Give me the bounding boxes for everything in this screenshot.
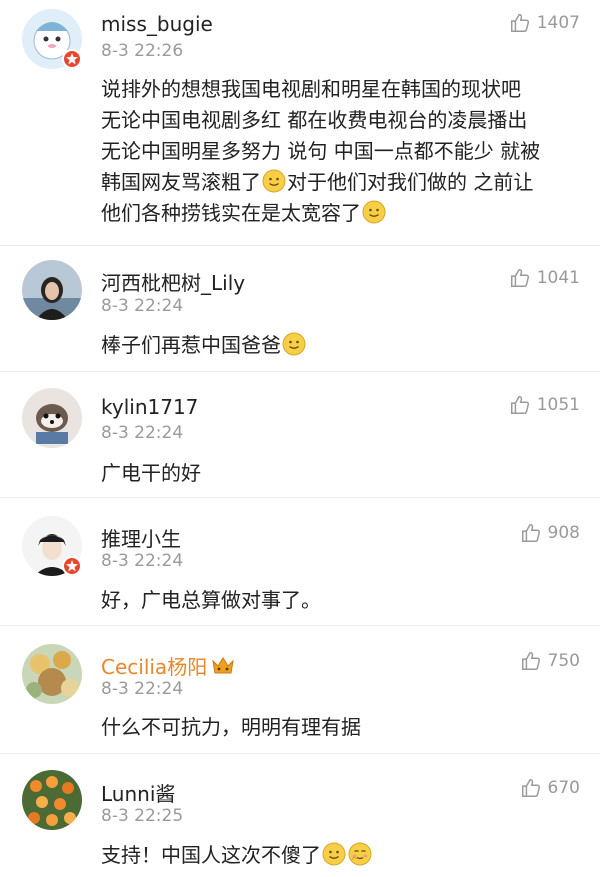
username-text: Cecilia杨阳 — [101, 655, 208, 679]
smile-emoji-icon — [322, 842, 346, 866]
like-count: 1041 — [536, 268, 580, 288]
comment-text: 棒子们再惹中国爸爸 — [101, 330, 581, 361]
verified-badge-icon — [62, 556, 82, 576]
like-count: 908 — [547, 523, 580, 543]
vip-crown-icon — [212, 656, 234, 673]
comment-segment: 支持！中国人这次不傻了 — [101, 843, 321, 867]
timestamp: 8-3 22:26 — [101, 41, 184, 61]
username[interactable]: 推理小生 — [101, 523, 181, 552]
comment-line-with-emoji: 韩国网友骂滚粗了 对于他们对我们做的 之前让 — [101, 167, 581, 198]
comment-text: 好，广电总算做对事了。 — [101, 585, 581, 616]
comment-line: 说排外的想想我国电视剧和明星在韩国的现状吧 — [101, 77, 521, 101]
avatar[interactable] — [22, 644, 82, 704]
comment-line: 无论中国电视剧多红 都在收费电视台的凌晨播出 — [101, 108, 528, 132]
username[interactable]: Lunni酱 — [101, 778, 175, 807]
like-button[interactable]: 1051 — [509, 394, 580, 416]
like-count: 1407 — [536, 13, 580, 33]
avatar[interactable] — [22, 770, 82, 830]
timestamp: 8-3 22:24 — [101, 551, 184, 571]
comment-line: 广电干的好 — [101, 461, 201, 485]
like-button[interactable]: 670 — [520, 777, 580, 799]
thumbs-up-icon — [521, 524, 540, 542]
comment-line-with-emoji: 支持！中国人这次不傻了 — [101, 840, 581, 871]
comment-line: 无论中国明星多努力 说句 中国一点都不能少 就被 — [101, 139, 541, 163]
comment-line-with-emoji: 棒子们再惹中国爸爸 — [101, 330, 581, 361]
comment-text: 说排外的想想我国电视剧和明星在韩国的现状吧 无论中国电视剧多红 都在收费电视台的… — [101, 74, 581, 229]
timestamp: 8-3 22:24 — [101, 423, 184, 443]
timestamp: 8-3 22:25 — [101, 806, 184, 826]
username[interactable]: miss_bugie — [101, 12, 213, 36]
timestamp: 8-3 22:24 — [101, 296, 184, 316]
like-count: 750 — [547, 651, 580, 671]
avatar[interactable] — [22, 260, 82, 320]
thumbs-up-icon — [521, 652, 540, 670]
comment-text: 什么不可抗力，明明有理有据 — [101, 712, 581, 743]
smile-emoji-icon — [262, 169, 286, 193]
comment-item: kylin1717 8-3 22:24 1051 广电干的好 — [0, 372, 600, 498]
shy-emoji-icon — [348, 842, 372, 866]
thumbs-up-icon — [510, 269, 529, 287]
avatar[interactable] — [22, 388, 82, 448]
username[interactable]: Cecilia杨阳 — [101, 651, 235, 680]
thumbs-up-icon — [510, 14, 529, 32]
timestamp: 8-3 22:24 — [101, 679, 184, 699]
comment-item: Lunni酱 8-3 22:25 670 支持！中国人这次不傻了 — [0, 754, 600, 877]
like-button[interactable]: 750 — [520, 650, 580, 672]
like-count: 1051 — [536, 395, 580, 415]
comment-line: 好，广电总算做对事了。 — [101, 588, 321, 612]
comment-segment: 棒子们再惹中国爸爸 — [101, 333, 281, 357]
comment-line-with-emoji: 他们各种捞钱实在是太宽容了 — [101, 198, 581, 229]
comment-item: 河西枇杷树_Lily 8-3 22:24 1041 棒子们再惹中国爸爸 — [0, 246, 600, 372]
like-button[interactable]: 1041 — [509, 267, 580, 289]
comment-feed: miss_bugie 8-3 22:26 1407 说排外的想想我国电视剧和明星… — [0, 0, 600, 877]
like-count: 670 — [547, 778, 580, 798]
comment-text: 广电干的好 — [101, 458, 581, 489]
thumbs-up-icon — [521, 779, 540, 797]
comment-text: 支持！中国人这次不傻了 — [101, 840, 581, 871]
comment-segment: 韩国网友骂滚粗了 — [101, 170, 261, 194]
comment-item: 推理小生 8-3 22:24 908 好，广电总算做对事了。 — [0, 498, 600, 626]
comment-segment: 对于他们对我们做的 之前让 — [287, 170, 534, 194]
comment-item: miss_bugie 8-3 22:26 1407 说排外的想想我国电视剧和明星… — [0, 0, 600, 246]
smile-emoji-icon — [282, 332, 306, 356]
smile-emoji-icon — [362, 200, 386, 224]
comment-segment: 他们各种捞钱实在是太宽容了 — [101, 201, 361, 225]
comment-item: Cecilia杨阳 8-3 22:24 750 什么不可抗力，明明有理有据 — [0, 626, 600, 754]
comment-line: 什么不可抗力，明明有理有据 — [101, 715, 361, 739]
username[interactable]: kylin1717 — [101, 395, 198, 419]
like-button[interactable]: 908 — [520, 522, 580, 544]
like-button[interactable]: 1407 — [509, 12, 580, 34]
thumbs-up-icon — [510, 396, 529, 414]
username[interactable]: 河西枇杷树_Lily — [101, 267, 245, 296]
verified-badge-icon — [62, 49, 82, 69]
